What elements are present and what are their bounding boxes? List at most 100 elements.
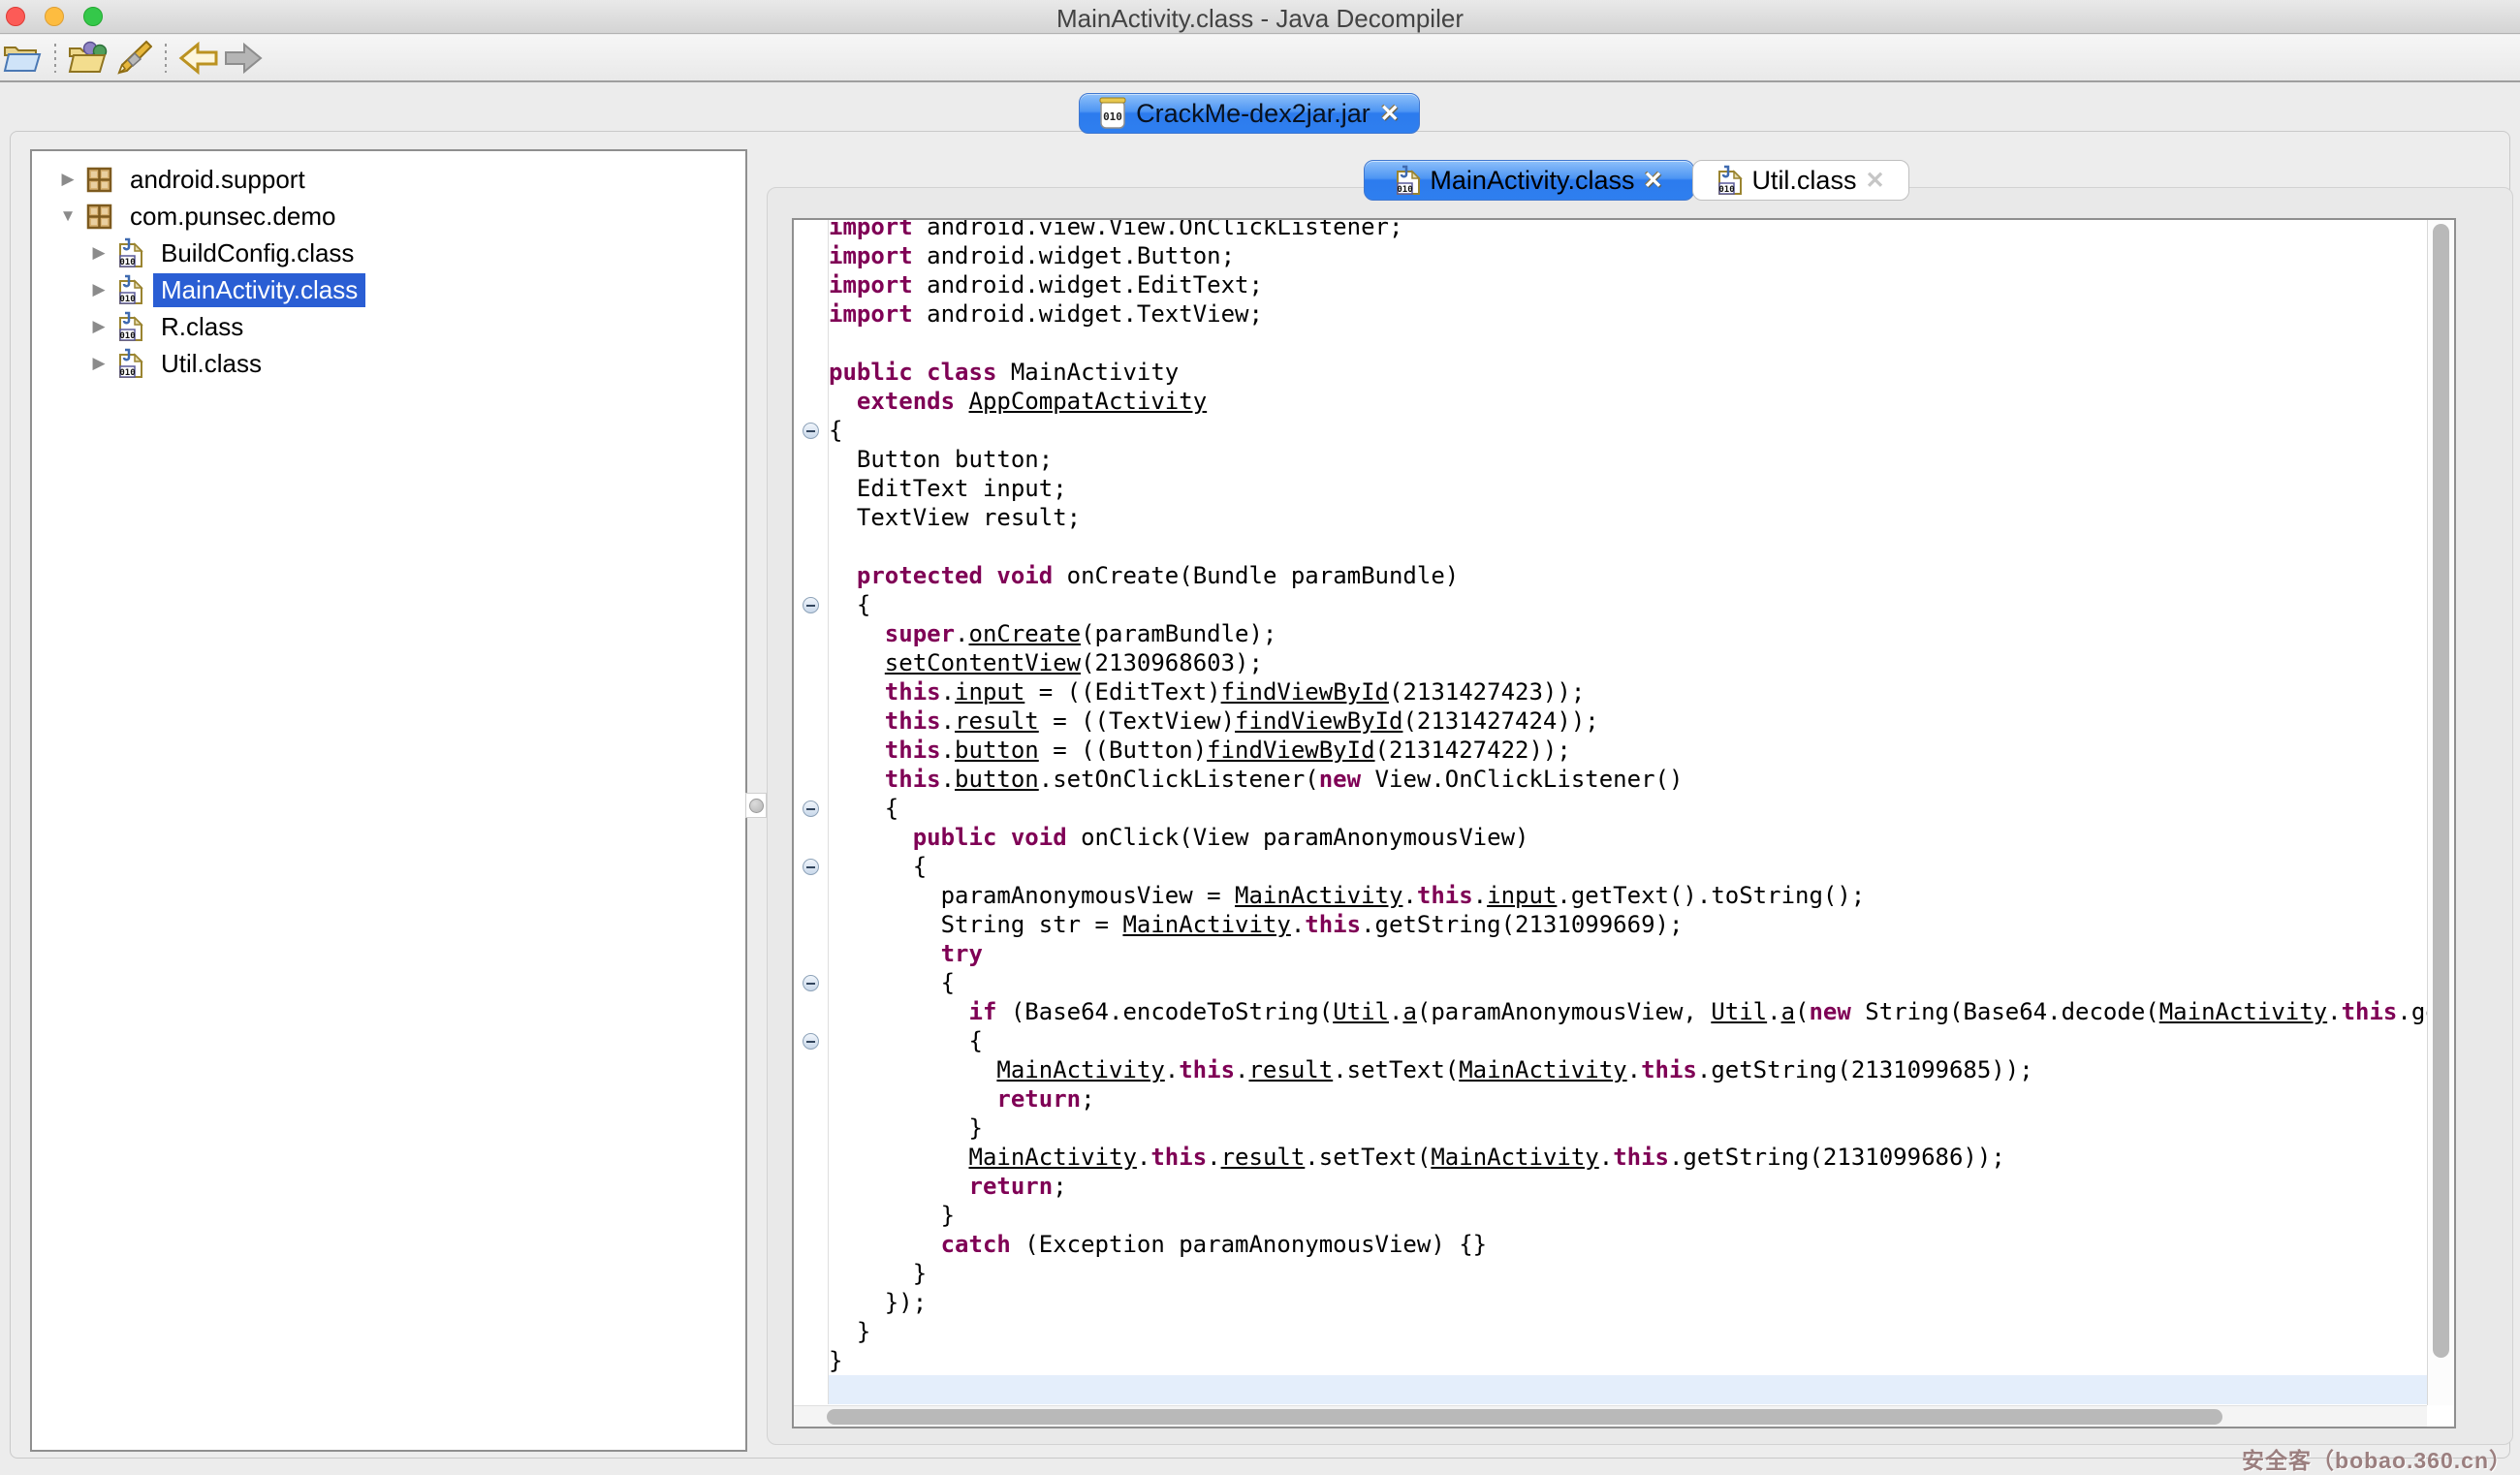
- watermark-text: 安全客（bobao.360.cn）: [2242, 1442, 2512, 1475]
- back-button[interactable]: [176, 38, 221, 78]
- code-reference-link[interactable]: findViewById: [1221, 678, 1389, 706]
- open-file-button[interactable]: [0, 38, 45, 78]
- code-line: catch (Exception paramAnonymousView) {}: [794, 1230, 2427, 1259]
- code-reference-link[interactable]: MainActivity: [2159, 998, 2327, 1025]
- expand-arrow-icon[interactable]: ▶: [88, 243, 110, 263]
- close-jar-tab-icon[interactable]: ✕: [1380, 100, 1400, 128]
- code-gutter: [794, 706, 829, 736]
- collapse-arrow-icon[interactable]: ▼: [57, 206, 79, 226]
- code-gutter: [794, 561, 829, 590]
- code-reference-link[interactable]: a: [1402, 998, 1416, 1025]
- code-text: public class MainActivity: [829, 358, 2427, 387]
- code-reference-link[interactable]: MainActivity: [1235, 882, 1402, 909]
- code-line: import android.widget.EditText;: [794, 270, 2427, 299]
- code-reference-link[interactable]: AppCompatActivity: [969, 388, 1208, 415]
- fold-collapse-icon[interactable]: [803, 597, 819, 613]
- code-reference-link[interactable]: result: [955, 707, 1039, 735]
- code-plain: (2131427424));: [1402, 707, 1598, 735]
- code-plain: android.widget.TextView;: [913, 300, 1263, 328]
- code-keyword: this: [1641, 1056, 1697, 1083]
- code-gutter: [794, 910, 829, 939]
- tree-item-mainactivity-class[interactable]: ▶ 010 MainActivity.class: [32, 271, 745, 308]
- expand-arrow-icon[interactable]: ▶: [57, 170, 79, 189]
- code-line: [794, 329, 2427, 358]
- horizontal-scrollbar-thumb[interactable]: [827, 1409, 2222, 1425]
- code-plain: {: [829, 969, 955, 996]
- tree-item-buildconfig-class[interactable]: ▶010BuildConfig.class: [32, 235, 745, 271]
- code-gutter: [794, 1317, 829, 1346]
- editor-tab-mainactivity-class[interactable]: 010MainActivity.class✕: [1364, 160, 1694, 201]
- code-line: if (Base64.encodeToString(Util.a(paramAn…: [794, 997, 2427, 1026]
- code-plain: {: [829, 1027, 983, 1054]
- fold-collapse-icon[interactable]: [803, 1033, 819, 1050]
- code-plain: .: [941, 678, 955, 706]
- fold-collapse-icon[interactable]: [803, 800, 819, 817]
- horizontal-scrollbar[interactable]: [794, 1405, 2427, 1427]
- code-reference-link[interactable]: setContentView: [885, 649, 1081, 676]
- code-reference-link[interactable]: button: [955, 737, 1039, 764]
- code-plain: {: [829, 417, 842, 444]
- tree-item-util-class[interactable]: ▶010Util.class: [32, 345, 745, 382]
- tree-item-android-support[interactable]: ▶ android.support: [32, 161, 745, 198]
- tree-item-label[interactable]: R.class: [153, 310, 251, 344]
- code-reference-link[interactable]: MainActivity: [1459, 1056, 1626, 1083]
- svg-text:010: 010: [119, 295, 135, 304]
- tree-item-label[interactable]: Util.class: [153, 347, 269, 381]
- code-plain: (paramAnonymousView,: [1417, 998, 1711, 1025]
- editor-tab-util-class[interactable]: 010Util.class✕: [1692, 160, 1909, 201]
- code-plain: ;: [1053, 1173, 1066, 1200]
- code-line: super.onCreate(paramBundle);: [794, 619, 2427, 648]
- expand-arrow-icon[interactable]: ▶: [88, 317, 110, 336]
- code-reference-link[interactable]: a: [1781, 998, 1795, 1025]
- tree-item-label[interactable]: MainActivity.class: [153, 273, 365, 307]
- code-text: }: [829, 1346, 2427, 1375]
- code-reference-link[interactable]: MainActivity: [969, 1144, 1137, 1171]
- close-tab-icon[interactable]: ✕: [1865, 167, 1884, 195]
- forward-button[interactable]: [221, 38, 266, 78]
- code-plain: .: [941, 737, 955, 764]
- fold-collapse-icon[interactable]: [803, 423, 819, 439]
- code-text: this.result = ((TextView)findViewById(21…: [829, 706, 2427, 736]
- code-line: }: [794, 1317, 2427, 1346]
- split-divider-handle[interactable]: [745, 793, 767, 818]
- open-type-button[interactable]: [66, 38, 110, 78]
- expand-arrow-icon[interactable]: ▶: [88, 354, 110, 373]
- toolbar-separator: [54, 44, 56, 73]
- code-reference-link[interactable]: result: [1221, 1144, 1306, 1171]
- code-reference-link[interactable]: Util: [1711, 998, 1767, 1025]
- code-plain: ;: [1081, 1085, 1094, 1113]
- code-gutter: [794, 968, 829, 997]
- code-plain: [829, 737, 885, 764]
- code-keyword: catch: [941, 1231, 1011, 1258]
- tree-item-label[interactable]: BuildConfig.class: [153, 236, 362, 270]
- code-reference-link[interactable]: MainActivity: [1431, 1144, 1598, 1171]
- expand-arrow-icon[interactable]: ▶: [88, 280, 110, 299]
- code-reference-link[interactable]: findViewById: [1235, 707, 1402, 735]
- code-reference-link[interactable]: Util: [1333, 998, 1389, 1025]
- fold-collapse-icon[interactable]: [803, 975, 819, 991]
- code-reference-link[interactable]: MainActivity: [996, 1056, 1164, 1083]
- fold-collapse-icon[interactable]: [803, 859, 819, 875]
- code-reference-link[interactable]: button: [955, 766, 1039, 793]
- code-plain: View.OnClickListener(): [1361, 766, 1683, 793]
- search-icon: [113, 40, 152, 77]
- vertical-scrollbar[interactable]: [2427, 220, 2454, 1405]
- code-reference-link[interactable]: onCreate: [969, 620, 1082, 647]
- vertical-scrollbar-thumb[interactable]: [2433, 224, 2449, 1358]
- main-panel: ▶android.support▼com.punsec.demo▶010Buil…: [10, 131, 2510, 1459]
- code-gutter: [794, 1346, 829, 1375]
- code-keyword: void: [996, 562, 1053, 589]
- tree-item-r-class[interactable]: ▶010R.class: [32, 308, 745, 345]
- search-button[interactable]: [110, 38, 155, 78]
- tree-item-label[interactable]: android.support: [122, 163, 313, 197]
- tree-item-label[interactable]: com.punsec.demo: [122, 200, 343, 234]
- code-reference-link[interactable]: result: [1248, 1056, 1333, 1083]
- jar-file-tab[interactable]: 010 CrackMe-dex2jar.jar ✕: [1079, 93, 1420, 134]
- code-reference-link[interactable]: input: [1487, 882, 1557, 909]
- code-keyword: public: [829, 359, 913, 386]
- code-reference-link[interactable]: input: [955, 678, 1024, 706]
- tree-item-com-punsec-demo[interactable]: ▼ com.punsec.demo: [32, 198, 745, 235]
- code-reference-link[interactable]: MainActivity: [1122, 911, 1290, 938]
- code-reference-link[interactable]: findViewById: [1207, 737, 1374, 764]
- close-tab-icon[interactable]: ✕: [1643, 167, 1662, 195]
